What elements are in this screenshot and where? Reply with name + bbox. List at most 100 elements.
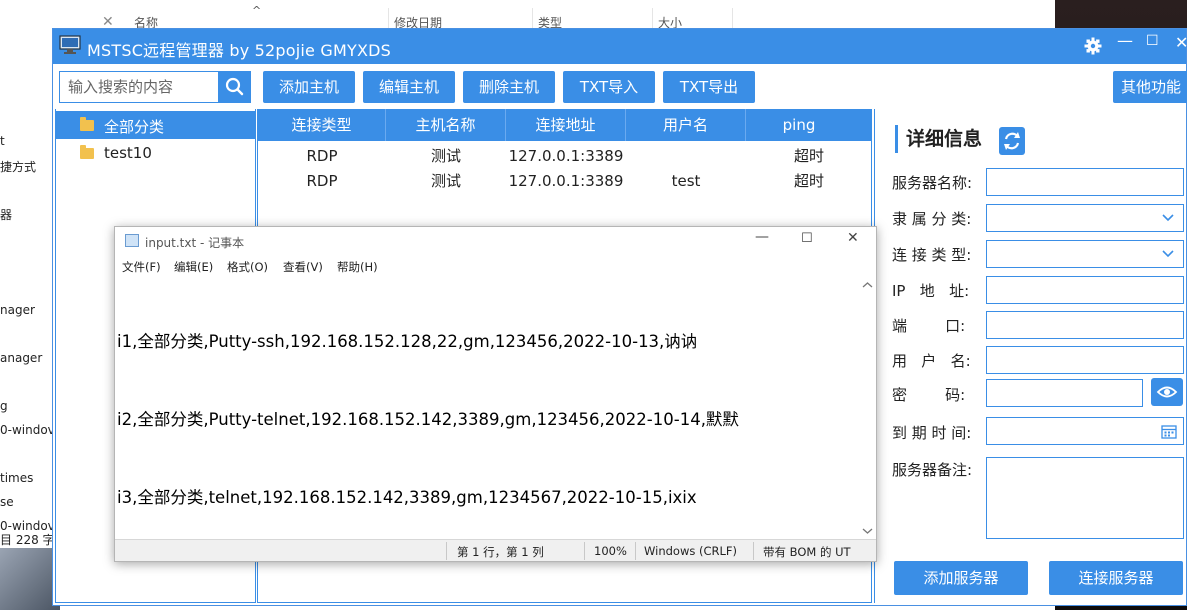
column-ping[interactable]: ping [746, 109, 852, 141]
label-category: 隶 属 分 类: [892, 210, 972, 228]
folder-icon [80, 117, 94, 131]
search-icon [225, 77, 244, 96]
port-input[interactable] [986, 311, 1184, 339]
connection-type-select[interactable] [986, 240, 1184, 268]
cell-address: 127.0.0.1:3389 [508, 147, 624, 165]
ip-address-input[interactable] [986, 276, 1184, 304]
search-button[interactable] [218, 72, 250, 102]
background-wallpaper [0, 548, 60, 610]
expiry-date-input[interactable] [986, 417, 1184, 445]
bg-fragment: 器 [0, 208, 13, 222]
label-server-name: 服务器名称: [892, 174, 973, 192]
scroll-down-icon[interactable] [862, 527, 873, 535]
background-file-list-fragments: t 捷方式 器 nager anager g 0-windov times se… [0, 0, 67, 610]
window-title: MSTSC远程管理器 by 52pojie GMYXDS [87, 41, 391, 60]
scroll-up-icon[interactable] [862, 281, 873, 289]
category-label: 全部分类 [104, 118, 165, 136]
bg-fragment: 捷方式 [0, 160, 37, 174]
table-row[interactable]: RDP 测试 127.0.0.1:3389 超时 [258, 144, 871, 168]
more-functions-button[interactable]: 其他功能 [1113, 71, 1187, 103]
cell-ping: 超时 [793, 172, 824, 190]
column-connection-type[interactable]: 连接类型 [258, 109, 386, 141]
bg-fragment: times [0, 471, 34, 485]
add-host-button[interactable]: 添加主机 [263, 71, 355, 103]
category-test10[interactable]: test10 [56, 139, 255, 167]
label-remarks: 服务器备注: [892, 461, 973, 479]
maximize-icon[interactable]: ☐ [1146, 33, 1159, 49]
cell-username [626, 144, 746, 168]
column-host-name[interactable]: 主机名称 [386, 109, 506, 141]
notepad-title: input.txt - 记事本 [145, 236, 245, 250]
cell-address: 127.0.0.1:3389 [508, 172, 624, 190]
label-port: 端 口: [892, 317, 966, 335]
column-address[interactable]: 连接地址 [506, 109, 626, 141]
connect-server-button[interactable]: 连接服务器 [1049, 561, 1183, 595]
label-connection-type: 连 接 类 型: [892, 246, 972, 264]
cell-type: RDP [306, 147, 338, 165]
edit-host-button[interactable]: 编辑主机 [363, 71, 455, 103]
details-title: 详细信息 [895, 125, 982, 153]
delete-host-button[interactable]: 删除主机 [463, 71, 555, 103]
notepad-maximize-icon[interactable]: ☐ [801, 231, 813, 246]
category-all[interactable]: 全部分类 [56, 111, 255, 139]
label-ip-address: IP 地 址: [892, 282, 970, 300]
details-panel: 详细信息 服务器名称: 隶 属 分 类: 连 接 类 型: IP 地 址: 端 … [874, 109, 1186, 603]
label-username: 用 户 名: [892, 352, 971, 370]
notepad-title-bar[interactable]: input.txt - 记事本 — ☐ ✕ [115, 227, 876, 255]
remarks-textarea[interactable] [986, 457, 1184, 539]
cell-type: RDP [306, 172, 338, 190]
settings-gear-icon[interactable] [1084, 37, 1102, 55]
notepad-status-bar: 第 1 行，第 1 列 100% Windows (CRLF) 带有 BOM 的… [115, 539, 876, 561]
column-username[interactable]: 用户名 [626, 109, 746, 141]
menu-file[interactable]: 文件(F) [122, 259, 161, 275]
cell-name: 测试 [430, 172, 461, 190]
text-line: i2,全部分类,Putty-telnet,192.168.152.142,338… [117, 410, 739, 429]
menu-view[interactable]: 查看(V) [283, 259, 323, 275]
label-expiry: 到 期 时 间: [892, 424, 972, 442]
status-position: 第 1 行，第 1 列 [457, 545, 544, 559]
text-line: i1,全部分类,Putty-ssh,192.168.152.128,22,gm,… [117, 332, 698, 351]
folder-icon [80, 145, 94, 159]
status-line-ending: Windows (CRLF) [644, 544, 738, 558]
server-name-input[interactable] [986, 168, 1184, 196]
close-icon[interactable]: ✕ [1175, 33, 1187, 52]
search-box [59, 71, 251, 103]
search-input[interactable] [60, 72, 218, 102]
add-server-button[interactable]: 添加服务器 [894, 561, 1028, 595]
notepad-close-icon[interactable]: ✕ [847, 230, 859, 246]
notepad-text-area[interactable]: i1,全部分类,Putty-ssh,192.168.152.128,22,gm,… [117, 277, 857, 539]
menu-edit[interactable]: 编辑(E) [174, 259, 213, 275]
calendar-icon[interactable] [1161, 424, 1177, 439]
notepad-icon [125, 234, 139, 247]
cell-username: test [671, 172, 701, 190]
show-password-button[interactable] [1151, 378, 1183, 406]
title-bar[interactable]: MSTSC远程管理器 by 52pojie GMYXDS — ☐ ✕ [53, 29, 1187, 64]
refresh-icon [1004, 132, 1020, 150]
chevron-down-icon [1162, 250, 1174, 258]
category-select[interactable] [986, 204, 1184, 232]
background-column-header: ✕ 名称 ^ 修改日期 类型 大小 [0, 4, 740, 30]
label-password: 密 码: [892, 386, 966, 404]
menu-format[interactable]: 格式(O) [227, 259, 268, 275]
bg-fragment: se [0, 495, 14, 509]
txt-import-button[interactable]: TXT导入 [563, 71, 655, 103]
menu-help[interactable]: 帮助(H) [337, 259, 378, 275]
refresh-button[interactable] [999, 127, 1025, 155]
status-encoding: 带有 BOM 的 UT [763, 545, 851, 559]
remote-desktop-icon [59, 35, 81, 54]
notepad-minimize-icon[interactable]: — [755, 229, 769, 245]
bg-fragment: nager [0, 303, 35, 317]
bg-fragment: t [0, 134, 5, 148]
text-line: i3,全部分类,telnet,192.168.152.142,3389,gm,1… [117, 488, 697, 507]
username-input[interactable] [986, 346, 1184, 374]
cell-name: 测试 [430, 147, 461, 165]
bg-fragment: anager [0, 351, 43, 365]
category-label: test10 [104, 144, 152, 162]
vertical-scrollbar[interactable] [859, 277, 876, 539]
chevron-down-icon [1162, 214, 1174, 222]
table-row[interactable]: RDP 测试 127.0.0.1:3389 test 超时 [258, 169, 871, 193]
txt-export-button[interactable]: TXT导出 [663, 71, 755, 103]
minimize-icon[interactable]: — [1117, 31, 1133, 50]
cell-ping: 超时 [793, 147, 824, 165]
password-input[interactable] [986, 379, 1143, 407]
